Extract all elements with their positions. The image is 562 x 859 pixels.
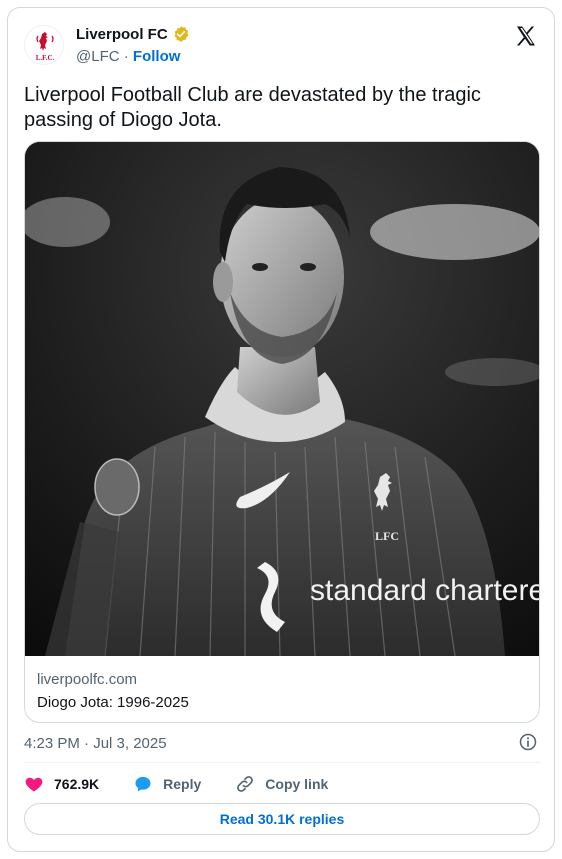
like-count: 762.9K <box>54 776 100 792</box>
display-name[interactable]: Liverpool FC <box>76 26 168 43</box>
heart-icon <box>25 777 43 792</box>
lfc-crest-icon: L.F.C. <box>36 32 55 62</box>
link-meta[interactable]: liverpoolfc.com Diogo Jota: 1996-2025 <box>25 656 539 722</box>
crest-text: L.F.C. <box>36 54 55 62</box>
read-replies-button[interactable]: Read 30.1K replies <box>24 803 540 835</box>
x-logo-icon[interactable] <box>514 24 538 48</box>
handle-separator: · <box>119 48 133 65</box>
reply-bubble-icon <box>135 776 151 792</box>
follow-button[interactable]: Follow <box>133 48 181 65</box>
avatar[interactable]: L.F.C. <box>24 25 64 65</box>
reply-label: Reply <box>163 776 202 792</box>
link-icon <box>237 776 254 792</box>
copy-link-button[interactable]: Copy link <box>235 774 328 794</box>
jersey-sponsor-text: standard chartered <box>310 574 539 607</box>
tweet-card: L.F.C. Liverpool FC @LFC · Follow Liverp… <box>7 7 555 852</box>
action-bar: 762.9K Reply Copy link <box>24 770 362 798</box>
reply-button[interactable]: Reply <box>133 774 201 794</box>
link-domain: liverpoolfc.com <box>37 671 138 688</box>
timestamp[interactable]: 4:23 PM · Jul 3, 2025 <box>24 735 167 752</box>
like-button[interactable]: 762.9K <box>24 774 99 794</box>
info-icon[interactable] <box>518 732 538 752</box>
svg-text:LFC: LFC <box>375 529 399 543</box>
author-name-row: Liverpool FC <box>76 25 190 43</box>
handle-row: @LFC · Follow <box>76 48 180 65</box>
link-card[interactable]: LFC standard chartered liverpoolfc.com D… <box>24 141 540 723</box>
handle[interactable]: @LFC <box>76 48 120 65</box>
divider <box>24 762 540 763</box>
verified-badge-icon <box>172 25 190 43</box>
player-photo[interactable]: LFC standard chartered <box>25 142 539 656</box>
tweet-text: Liverpool Football Club are devastated b… <box>24 84 481 131</box>
copy-link-label: Copy link <box>265 776 329 792</box>
link-title: Diogo Jota: 1996-2025 <box>37 694 189 711</box>
